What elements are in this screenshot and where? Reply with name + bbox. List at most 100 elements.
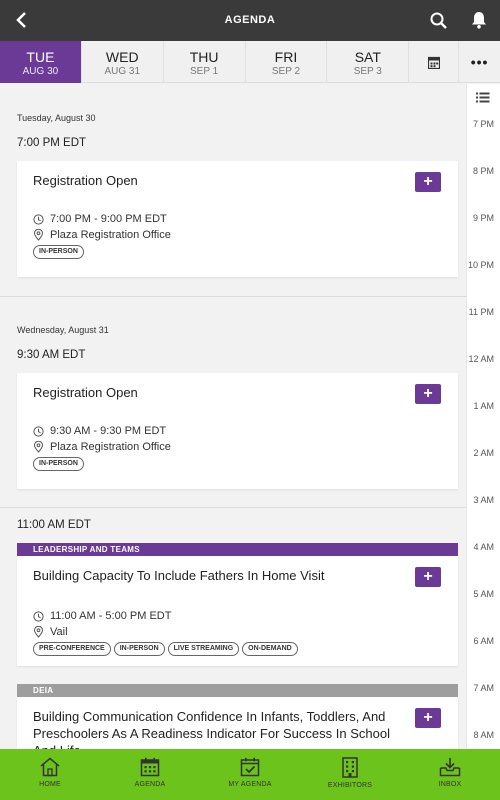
timeline-hour[interactable]: 1 AM bbox=[473, 401, 494, 411]
tab-date: AUG 30 bbox=[22, 66, 59, 77]
timeline-hour[interactable]: 5 AM bbox=[473, 589, 494, 599]
location-pin-icon bbox=[33, 626, 44, 638]
calendar-picker-button[interactable] bbox=[409, 41, 460, 83]
session-time: 7:00 PM - 9:00 PM EDT bbox=[33, 213, 167, 225]
building-icon bbox=[342, 757, 358, 778]
session-location: Plaza Registration Office bbox=[33, 441, 171, 453]
nav-home[interactable]: HOME bbox=[0, 749, 100, 800]
session-title: Registration Open bbox=[33, 173, 138, 188]
tag-in-person: IN-PERSON bbox=[113, 642, 165, 656]
notifications-button[interactable] bbox=[466, 6, 492, 34]
clock-icon bbox=[33, 610, 44, 622]
tag-on-demand: ON-DEMAND bbox=[242, 642, 298, 656]
time-heading: 9:30 AM EDT bbox=[17, 349, 86, 361]
session-location-text: Plaza Registration Office bbox=[50, 229, 171, 241]
top-bar: AGENDA bbox=[0, 0, 500, 41]
nav-label: MY AGENDA bbox=[228, 781, 272, 788]
add-to-agenda-button[interactable]: + bbox=[415, 567, 441, 587]
search-button[interactable] bbox=[425, 6, 451, 34]
calendar-icon bbox=[427, 56, 440, 69]
timeline-hour[interactable]: 4 AM bbox=[473, 542, 494, 552]
session-tags: IN-PERSON bbox=[33, 457, 84, 471]
tab-sat[interactable]: SAT SEP 3 bbox=[327, 41, 410, 83]
add-to-agenda-button[interactable]: + bbox=[415, 172, 441, 192]
timeline-hour[interactable]: 6 AM bbox=[473, 636, 494, 646]
time-divider bbox=[0, 507, 466, 508]
session-title: Building Communication Confidence In Inf… bbox=[33, 709, 390, 749]
session-location: Plaza Registration Office bbox=[33, 229, 171, 241]
list-icon[interactable] bbox=[476, 92, 490, 103]
tab-fri[interactable]: FRI SEP 2 bbox=[246, 41, 328, 83]
session-time-text: 9:30 AM - 9:30 PM EDT bbox=[50, 425, 167, 437]
tab-day: SAT bbox=[354, 49, 381, 65]
day-tabs: TUE AUG 30 WED AUG 31 THU SEP 1 FRI SEP … bbox=[0, 41, 500, 83]
timeline-hour[interactable]: 8 AM bbox=[473, 730, 494, 740]
tag-in-person: IN-PERSON bbox=[33, 245, 84, 259]
home-icon bbox=[40, 757, 60, 777]
session-location-text: Plaza Registration Office bbox=[50, 441, 171, 453]
bell-icon bbox=[472, 12, 486, 29]
session-tags: IN-PERSON bbox=[33, 245, 84, 259]
session-time: 11:00 AM - 5:00 PM EDT bbox=[33, 610, 171, 622]
tab-day: THU bbox=[189, 49, 219, 65]
day-heading: Tuesday, August 30 bbox=[17, 113, 96, 123]
tab-thu[interactable]: THU SEP 1 bbox=[164, 41, 246, 83]
nav-agenda[interactable]: AGENDA bbox=[100, 749, 200, 800]
timeline-hour[interactable]: 11 PM bbox=[469, 307, 494, 317]
nav-label: AGENDA bbox=[134, 781, 166, 788]
session-card[interactable]: Registration Open + 7:00 PM - 9:00 PM ED… bbox=[17, 161, 458, 277]
timeline-sidebar[interactable]: 7 PM 8 PM 9 PM 10 PM 11 PM 12 AM 1 AM 2 … bbox=[466, 84, 500, 749]
calendar-check-icon bbox=[240, 757, 260, 777]
tab-date: SEP 3 bbox=[353, 66, 382, 77]
clock-icon bbox=[33, 425, 44, 437]
nav-inbox[interactable]: INBOX bbox=[400, 749, 500, 800]
tag-pre-conference: PRE-CONFERENCE bbox=[33, 642, 111, 656]
nav-exhibitors[interactable]: EXHIBITORS bbox=[300, 749, 400, 800]
tag-live-streaming: LIVE STREAMING bbox=[167, 642, 240, 656]
inbox-icon bbox=[439, 758, 461, 777]
track-label: DEIA bbox=[17, 684, 458, 697]
tab-date: SEP 2 bbox=[271, 66, 301, 77]
tag-in-person: IN-PERSON bbox=[33, 457, 84, 471]
tab-wed[interactable]: WED AUG 31 bbox=[82, 41, 164, 83]
timeline-hour[interactable]: 7 AM bbox=[473, 683, 494, 693]
calendar-icon bbox=[140, 757, 160, 777]
session-time-text: 7:00 PM - 9:00 PM EDT bbox=[50, 213, 167, 225]
session-time-text: 11:00 AM - 5:00 PM EDT bbox=[50, 610, 172, 622]
day-divider bbox=[0, 296, 466, 297]
time-heading: 7:00 PM EDT bbox=[17, 137, 87, 149]
add-to-agenda-button[interactable]: + bbox=[415, 708, 441, 728]
tab-day: FRI bbox=[274, 49, 298, 65]
session-location: Vail bbox=[33, 626, 68, 638]
session-title: Building Capacity To Include Fathers In … bbox=[33, 568, 325, 583]
session-tags: PRE-CONFERENCE IN-PERSON LIVE STREAMING … bbox=[33, 642, 298, 656]
session-card[interactable]: Building Capacity To Include Fathers In … bbox=[17, 556, 458, 666]
timeline-hour[interactable]: 9 PM bbox=[473, 213, 494, 223]
agenda-list[interactable]: Tuesday, August 30 7:00 PM EDT Registrat… bbox=[0, 84, 466, 749]
timeline-hour[interactable]: 10 PM bbox=[468, 260, 494, 270]
add-to-agenda-button[interactable]: + bbox=[415, 384, 441, 404]
nav-my-agenda[interactable]: MY AGENDA bbox=[200, 749, 300, 800]
time-heading: 11:00 AM EDT bbox=[17, 519, 91, 531]
search-icon bbox=[430, 12, 447, 29]
timeline-hour[interactable]: 3 AM bbox=[473, 495, 494, 505]
timeline-hour[interactable]: 8 PM bbox=[473, 166, 494, 176]
tab-day: WED bbox=[105, 49, 139, 65]
tab-date: AUG 31 bbox=[104, 66, 141, 77]
location-pin-icon bbox=[33, 229, 44, 241]
bottom-navigation: HOME AGENDA MY AGENDA EXHIBITORS INBOX bbox=[0, 749, 500, 800]
track-label: LEADERSHIP AND TEAMS bbox=[17, 543, 458, 556]
location-pin-icon bbox=[33, 441, 44, 453]
timeline-hour[interactable]: 12 AM bbox=[468, 354, 494, 364]
session-title: Registration Open bbox=[33, 385, 138, 400]
day-heading: Wednesday, August 31 bbox=[17, 325, 109, 335]
session-card[interactable]: Registration Open + 9:30 AM - 9:30 PM ED… bbox=[17, 373, 458, 489]
session-card[interactable]: Building Communication Confidence In Inf… bbox=[17, 697, 458, 749]
timeline-hour[interactable]: 7 PM bbox=[473, 119, 494, 129]
tab-day: TUE bbox=[26, 49, 55, 65]
timeline-hour[interactable]: 2 AM bbox=[473, 448, 494, 458]
session-time: 9:30 AM - 9:30 PM EDT bbox=[33, 425, 166, 437]
more-options-button[interactable]: ••• bbox=[459, 41, 500, 83]
tab-tue[interactable]: TUE AUG 30 bbox=[0, 41, 82, 83]
tab-date: SEP 1 bbox=[190, 66, 219, 77]
